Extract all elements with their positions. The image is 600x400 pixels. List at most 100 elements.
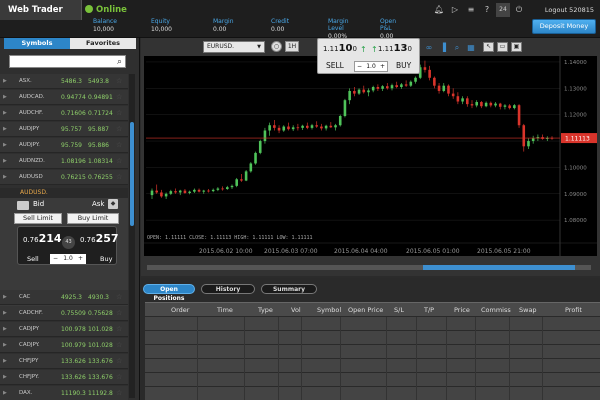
symbol-row[interactable]: ▶ ASX. 5486.3 5493.8 ☆ <box>0 74 128 89</box>
minus-icon[interactable]: − <box>53 254 58 264</box>
zoom-icon[interactable]: ⌕ <box>451 42 463 53</box>
favorite-star-icon[interactable]: ☆ <box>116 290 122 305</box>
search-icon[interactable]: ⌕ <box>117 57 122 67</box>
tab-favorites[interactable]: Favorites <box>70 38 136 49</box>
quantity-value[interactable]: 1.0 <box>63 255 73 262</box>
symbol-select[interactable]: EURUSD. ▼ <box>203 41 265 53</box>
plus-icon[interactable]: + <box>380 62 385 71</box>
bar-chart-icon[interactable]: ▐ <box>437 42 449 53</box>
column-header[interactable]: Open Price <box>348 303 383 317</box>
favorite-star-icon[interactable]: ☆ <box>116 338 122 353</box>
symbol-row[interactable]: ▶ CADJPY. 100.979 101.028 ☆ <box>0 338 128 353</box>
expand-arrow-icon[interactable]: ▶ <box>3 306 7 321</box>
favorite-star-icon[interactable]: ☆ <box>116 90 122 105</box>
expand-arrow-icon[interactable]: ▶ <box>3 322 7 337</box>
sell-limit-button[interactable]: Sell Limit <box>14 213 62 224</box>
favorite-star-icon[interactable]: ☆ <box>116 306 122 321</box>
buy-limit-button[interactable]: Buy Limit <box>67 213 119 224</box>
sell-button[interactable]: SELL <box>326 61 344 70</box>
symbol-search-input[interactable]: ⌕ <box>9 55 126 68</box>
symbol-row[interactable]: ▶ AUDJPY 95.757 95.887 ☆ <box>0 122 128 137</box>
scrollbar-thumb[interactable] <box>130 122 134 226</box>
expand-arrow-icon[interactable]: ▶ <box>3 154 7 169</box>
tab-open-positions[interactable]: Open Positions <box>143 284 195 302</box>
expand-arrow-icon[interactable]: ▶ <box>3 122 7 137</box>
bell-icon[interactable]: 🔔︎ <box>432 3 446 17</box>
symbol-list-scrollbar[interactable] <box>129 74 135 398</box>
expand-arrow-icon[interactable]: ▶ <box>3 106 7 121</box>
expand-arrow-icon[interactable]: ▶ <box>3 90 7 105</box>
column-header[interactable]: S/L <box>394 303 404 317</box>
tab-symbols[interactable]: Symbols <box>4 38 70 49</box>
column-header[interactable]: Order <box>171 303 189 317</box>
favorite-star-icon[interactable]: ☆ <box>116 322 122 337</box>
column-header[interactable]: Commiss <box>481 303 511 317</box>
symbol-row[interactable]: ▶ AUDCHF. 0.71606 0.71724 ☆ <box>0 106 128 121</box>
news-icon[interactable]: ≡ <box>464 3 478 17</box>
tab-summary[interactable]: Summary <box>261 284 317 294</box>
column-header[interactable]: T/P <box>424 303 434 317</box>
favorite-star-icon[interactable]: ☆ <box>116 170 122 185</box>
column-header[interactable]: Symbol <box>317 303 341 317</box>
bid-price[interactable]: 0.76214 <box>23 232 62 245</box>
buy-button[interactable]: BUY <box>396 61 411 70</box>
cursor-icon[interactable]: ↖ <box>483 42 494 52</box>
buy-button[interactable]: Buy <box>100 255 112 263</box>
indicators-icon[interactable]: ∞ <box>423 42 435 53</box>
column-header[interactable]: Swap <box>519 303 537 317</box>
sell-price[interactable]: 1.11100 <box>323 43 357 54</box>
tag-icon[interactable]: ◆ <box>108 199 118 209</box>
table-row[interactable] <box>145 359 600 373</box>
favorite-star-icon[interactable]: ☆ <box>116 370 122 385</box>
chart-scrollbar-thumb[interactable] <box>423 265 575 270</box>
favorite-star-icon[interactable]: ☆ <box>116 74 122 89</box>
favorite-star-icon[interactable]: ☆ <box>116 354 122 369</box>
sell-button[interactable]: Sell <box>27 255 39 263</box>
fullscreen-icon[interactable]: ▣ <box>511 42 522 52</box>
ask-price[interactable]: 0.76257 <box>80 232 119 245</box>
favorite-star-icon[interactable]: ☆ <box>116 106 122 121</box>
expand-arrow-icon[interactable]: ▶ <box>3 338 7 353</box>
window-icon[interactable]: ▭ <box>497 42 508 52</box>
symbol-row[interactable]: ▶ CAC 4925.3 4930.3 ☆ <box>0 290 128 305</box>
favorite-star-icon[interactable]: ☆ <box>116 386 122 400</box>
symbol-row[interactable]: ▶ AUDNZD. 1.08196 1.08314 ☆ <box>0 154 128 169</box>
expand-arrow-icon[interactable]: ▶ <box>3 138 7 153</box>
logout-icon[interactable]: ⏻ <box>512 3 526 17</box>
deposit-money-button[interactable]: Deposit Money <box>532 19 596 34</box>
column-header[interactable]: Time <box>217 303 233 317</box>
chart-scrollbar[interactable] <box>147 265 591 270</box>
favorite-star-icon[interactable]: ☆ <box>116 122 122 137</box>
favorite-star-icon[interactable]: ☆ <box>116 138 122 153</box>
layout-icon[interactable]: ▦ <box>465 42 477 53</box>
megaphone-icon[interactable]: ▷ <box>448 3 462 17</box>
column-header[interactable]: Price <box>454 303 470 317</box>
symbol-row[interactable]: ▶ CADJPY 100.978 101.028 ☆ <box>0 322 128 337</box>
column-header[interactable]: Profit <box>565 303 582 317</box>
expand-arrow-icon[interactable]: ▶ <box>3 170 7 185</box>
tab-history[interactable]: History <box>201 284 255 294</box>
symbol-row[interactable]: ▶ CHFJPY. 133.626 133.676 ☆ <box>0 370 128 385</box>
symbol-row[interactable]: ▶ AUDCAD. 0.94774 0.94891 ☆ <box>0 90 128 105</box>
logout-link[interactable]: Logout 520815 <box>545 3 594 17</box>
minus-icon[interactable]: − <box>357 62 362 71</box>
notification-count[interactable]: 24 <box>496 3 510 17</box>
expand-arrow-icon[interactable]: ▶ <box>3 354 7 369</box>
expand-arrow-icon[interactable]: ▶ <box>3 370 7 385</box>
table-row[interactable] <box>145 387 600 400</box>
symbol-row[interactable]: ▶ AUDUSD 0.76215 0.76255 ☆ <box>0 170 128 185</box>
expand-arrow-icon[interactable]: ▶ <box>3 74 7 89</box>
quantity-value[interactable]: 1.0 <box>366 63 376 70</box>
symbol-row[interactable]: ▶ DAX. 11190.3 11192.8 ☆ <box>0 386 128 400</box>
timeframe-select[interactable]: 1H <box>285 41 299 52</box>
quantity-stepper[interactable]: −1.0 + <box>50 254 86 264</box>
expand-arrow-icon[interactable]: ▶ <box>3 290 7 305</box>
plus-icon[interactable]: + <box>78 254 83 264</box>
buy-price[interactable]: 1.11130 <box>378 43 412 54</box>
crosshair-icon[interactable]: ○ <box>271 41 282 52</box>
column-header[interactable]: Vol <box>291 303 301 317</box>
table-row[interactable] <box>145 331 600 345</box>
symbol-row[interactable]: ▶ CHFJPY 133.626 133.676 ☆ <box>0 354 128 369</box>
table-row[interactable] <box>145 317 600 331</box>
favorite-star-icon[interactable]: ☆ <box>116 154 122 169</box>
